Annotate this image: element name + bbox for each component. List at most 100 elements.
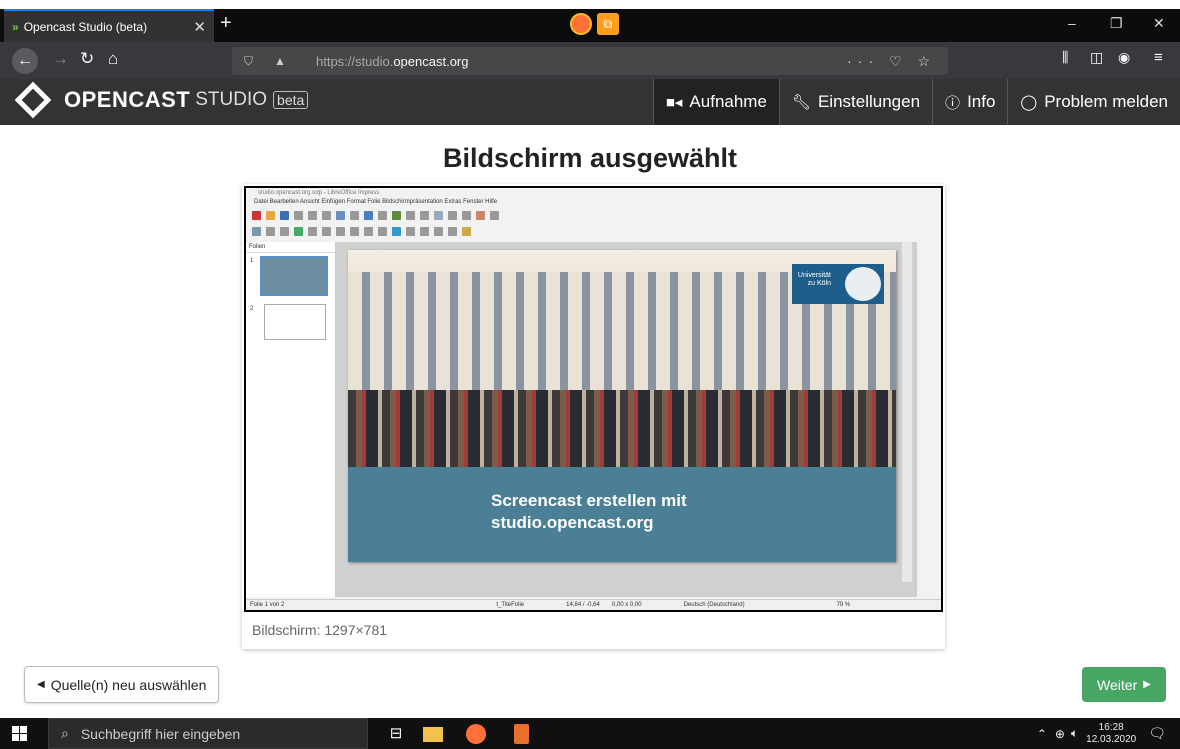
file-explorer-icon[interactable] — [423, 727, 443, 742]
logo-subtitle: STUDIO — [195, 89, 268, 110]
nav-label: Info — [967, 92, 996, 111]
thumb1-number: 1 — [250, 258, 254, 264]
github-icon: ◯ — [1020, 94, 1038, 111]
slide: Universität zu Köln Screencast erstellen… — [348, 250, 896, 562]
system-tray: ⌃ ⊕ 🔈︎ 16:28 12.03.2020 🗨︎ — [1037, 718, 1180, 749]
nav-problem-melden[interactable]: ◯ Problem melden — [1007, 79, 1180, 125]
windows-taskbar: ⌕ Suchbegriff hier eingeben ⊟ ⌃ ⊕ 🔈︎ 16:… — [0, 718, 1180, 749]
page-title: Bildschirm ausgewählt — [442, 143, 738, 173]
university-logo-text: Universität zu Köln — [797, 272, 831, 287]
slides-panel: Folien 1 2 — [246, 242, 336, 597]
forward-button[interactable]: → — [52, 49, 69, 69]
nav-label: Einstellungen — [817, 92, 921, 111]
account-icon[interactable]: ◉ — [1118, 49, 1130, 66]
slides-panel-title: Folien — [246, 242, 335, 253]
search-placeholder: Suchbegriff hier eingeben — [80, 725, 241, 742]
impress-body: Folien 1 2 Universität zu Köln Screencas… — [246, 242, 941, 597]
slide-thumbnail-2 — [264, 304, 326, 340]
tab-close-icon[interactable]: ✕ — [193, 18, 206, 36]
sidebar-icon[interactable]: ◫ — [1090, 49, 1103, 66]
taskbar-search[interactable]: ⌕ Suchbegriff hier eingeben — [48, 718, 368, 749]
logo-text: OPENCAST — [64, 87, 191, 112]
clock-time: 16:28 — [1098, 721, 1124, 733]
main-content: Bildschirm ausgewählt studio.opencast.or… — [0, 125, 1180, 718]
crowd — [348, 390, 896, 467]
thumb2-number: 2 — [250, 306, 254, 312]
windows-start-icon[interactable] — [12, 726, 28, 742]
nav-einstellungen[interactable]: 🔧︎ Einstellungen — [778, 79, 932, 125]
next-button[interactable]: Weiter ▶ — [1082, 667, 1166, 702]
search-icon: ⌕ — [61, 725, 69, 741]
impress-toolbar-2 — [246, 223, 941, 239]
clock-date: 12.03.2020 — [1086, 733, 1137, 745]
vertical-scrollbar — [902, 242, 912, 582]
slide-canvas: Universität zu Köln Screencast erstellen… — [336, 242, 916, 597]
nav-info[interactable]: ⓘ Info — [932, 79, 1007, 125]
navigation-bar: ← → ↻ ⌂ ⛉ ▲ https://studio.opencast.org … — [0, 42, 1180, 79]
nav-aufnahme[interactable]: ■◂ Aufnahme — [652, 79, 779, 125]
browser-window: » Opencast Studio (beta) ✕ + ⧉ – ❐ ✕ ← →… — [0, 0, 1180, 749]
network-icon[interactable]: ⊕ — [1055, 727, 1065, 741]
button-bar: ◀ Quelle(n) neu auswählen Weiter ▶ — [0, 665, 1180, 707]
sidebar-deck — [916, 242, 941, 597]
opencast-favicon-icon: » — [12, 19, 19, 34]
slide-title-line2: studio.opencast.org — [491, 513, 654, 532]
opencast-logo[interactable]: OPENCAST STUDIO beta — [14, 81, 309, 119]
reselect-sources-button[interactable]: ◀ Quelle(n) neu auswählen — [24, 666, 220, 703]
url-text: https://studio.opencast.org — [316, 53, 469, 69]
close-window-button[interactable]: ✕ — [1153, 15, 1165, 32]
task-view-icon[interactable]: ⊟ — [386, 724, 406, 744]
wrench-icon: 🔧︎ — [791, 94, 811, 111]
maximize-button[interactable]: ❐ — [1110, 15, 1123, 32]
tab-bar: » Opencast Studio (beta) ✕ + ⧉ – ❐ ✕ — [0, 9, 1180, 42]
screen-preview: studio.opencast.org.odp - LibreOffice Im… — [244, 186, 943, 612]
impress-toolbar-1 — [246, 207, 941, 223]
university-logo: Universität zu Köln — [792, 264, 884, 304]
app-header: OPENCAST STUDIO beta ■◂ Aufnahme 🔧︎ Einste… — [0, 79, 1180, 125]
slide-title-line1: Screencast erstellen mit — [491, 491, 687, 510]
notification-icon[interactable]: 🗨︎ — [1148, 725, 1166, 742]
screenshot-extension-icon[interactable]: ⧉ — [597, 13, 619, 35]
url-bar[interactable]: ⛉ ▲ https://studio.opencast.org ··· ♡ ☆ — [232, 47, 948, 75]
app-nav: ■◂ Aufnahme 🔧︎ Einstellungen ⓘ Info ◯ Proble… — [652, 79, 1180, 125]
university-seal-icon — [845, 267, 881, 301]
info-icon: ⓘ — [945, 94, 961, 112]
clock[interactable]: 16:28 12.03.2020 — [1086, 722, 1136, 746]
next-label: Weiter — [1097, 676, 1138, 693]
page-actions-icon[interactable]: ··· ♡ ☆ — [847, 53, 936, 70]
status-slide: Folie 1 von 2 — [250, 602, 285, 608]
slide-thumbnail-1 — [260, 256, 328, 296]
shield-icon[interactable]: ⛉ — [244, 54, 262, 69]
firefox-extension-icon[interactable] — [570, 13, 592, 35]
impress-icon[interactable] — [514, 724, 529, 744]
back-button[interactable]: ← — [12, 48, 38, 74]
browser-tab[interactable]: » Opencast Studio (beta) ✕ — [4, 9, 214, 42]
opencast-diamond-icon — [14, 81, 52, 119]
library-icon[interactable]: ⫼ — [1062, 49, 1068, 66]
beta-badge: beta — [273, 91, 309, 109]
reload-button[interactable]: ↻ — [80, 49, 94, 69]
screen-caption: Bildschirm: 1297×781 — [252, 622, 388, 638]
status-size: 0,00 x 0,00 — [611, 602, 642, 608]
tab-title: Opencast Studio (beta) — [23, 19, 148, 34]
status-language: Deutsch (Deutschland) — [683, 602, 745, 608]
impress-window: studio.opencast.org.odp - LibreOffice Im… — [246, 188, 941, 610]
impress-statusbar: Folie 1 von 2 t_TiteFolie 14,84 / -0,64 … — [246, 599, 941, 610]
volume-icon[interactable]: 🔈︎ — [1071, 726, 1078, 741]
status-zoom: 79 % — [836, 602, 851, 608]
slide-title: Screencast erstellen mit studio.opencast… — [491, 490, 821, 534]
impress-menu: Datei Bearbeiten Ansicht Einfügen Format… — [254, 199, 498, 205]
reselect-sources-label: Quelle(n) neu auswählen — [50, 676, 207, 693]
caret-right-icon: ▶ — [1143, 679, 1151, 690]
firefox-icon[interactable] — [466, 724, 486, 744]
home-button[interactable]: ⌂ — [108, 49, 118, 69]
minimize-button[interactable]: – — [1068, 15, 1076, 31]
lock-icon[interactable]: ▲ — [274, 54, 292, 68]
menu-icon[interactable]: ≡ — [1154, 49, 1163, 66]
status-layout: t_TiteFolie — [496, 602, 525, 608]
new-tab-button[interactable]: + — [220, 12, 232, 35]
tray-expand-icon[interactable]: ⌃ — [1037, 727, 1047, 741]
nav-label: Aufnahme — [689, 92, 767, 111]
preview-card: studio.opencast.org.odp - LibreOffice Im… — [242, 184, 945, 649]
caret-left-icon: ◀ — [37, 679, 45, 690]
